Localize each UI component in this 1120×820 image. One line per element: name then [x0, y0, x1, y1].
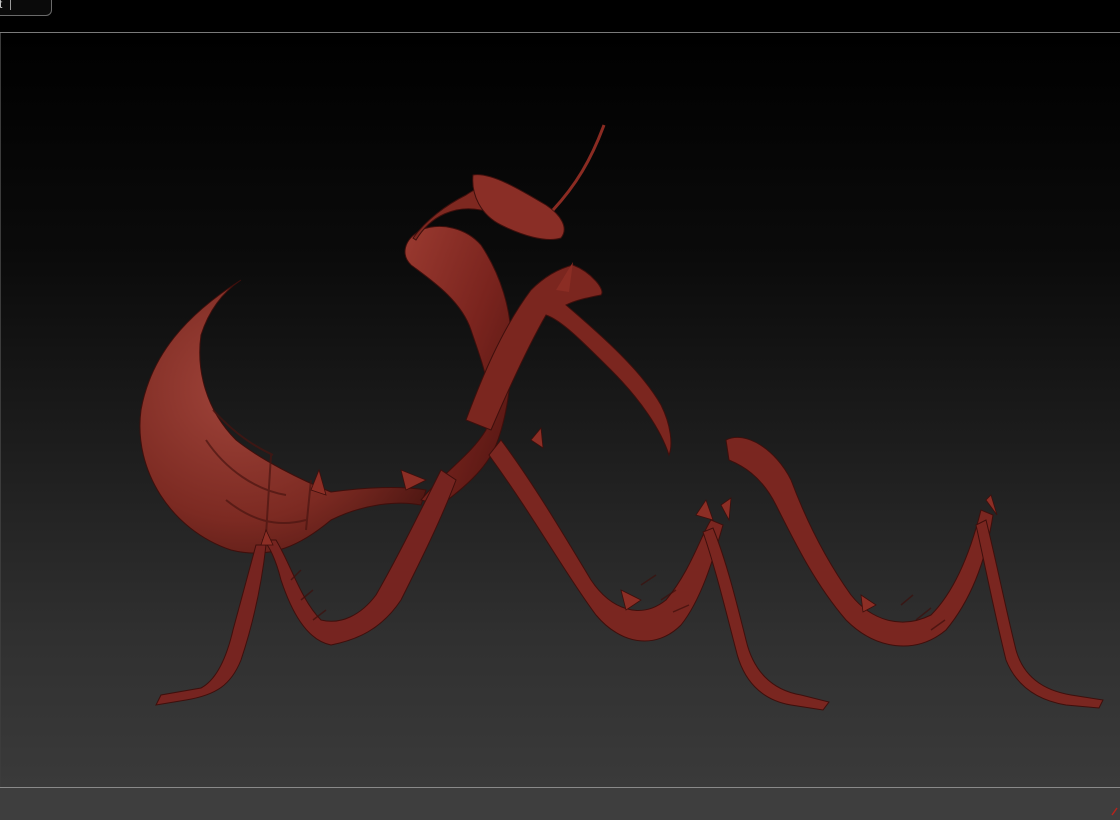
middle-leg	[488, 439, 724, 642]
bottom-toolbar	[0, 787, 1120, 820]
head	[472, 174, 565, 241]
leg-spikes	[260, 427, 998, 613]
3d-viewport[interactable]	[0, 33, 1120, 787]
select-button[interactable]: ct	[0, 0, 52, 16]
abdomen	[139, 279, 427, 554]
hind-leg	[725, 436, 994, 647]
antenna	[551, 124, 606, 212]
mantis-model[interactable]	[1, 33, 1120, 787]
corner-resize-icon[interactable]	[1110, 806, 1118, 816]
select-button-label: ct	[0, 0, 2, 11]
front-leg-left-foot	[155, 544, 267, 706]
separator-icon	[10, 0, 12, 10]
top-toolbar: ct	[0, 0, 1120, 33]
hind-leg-foot	[975, 519, 1104, 709]
sculpt-app: ct	[0, 0, 1120, 820]
